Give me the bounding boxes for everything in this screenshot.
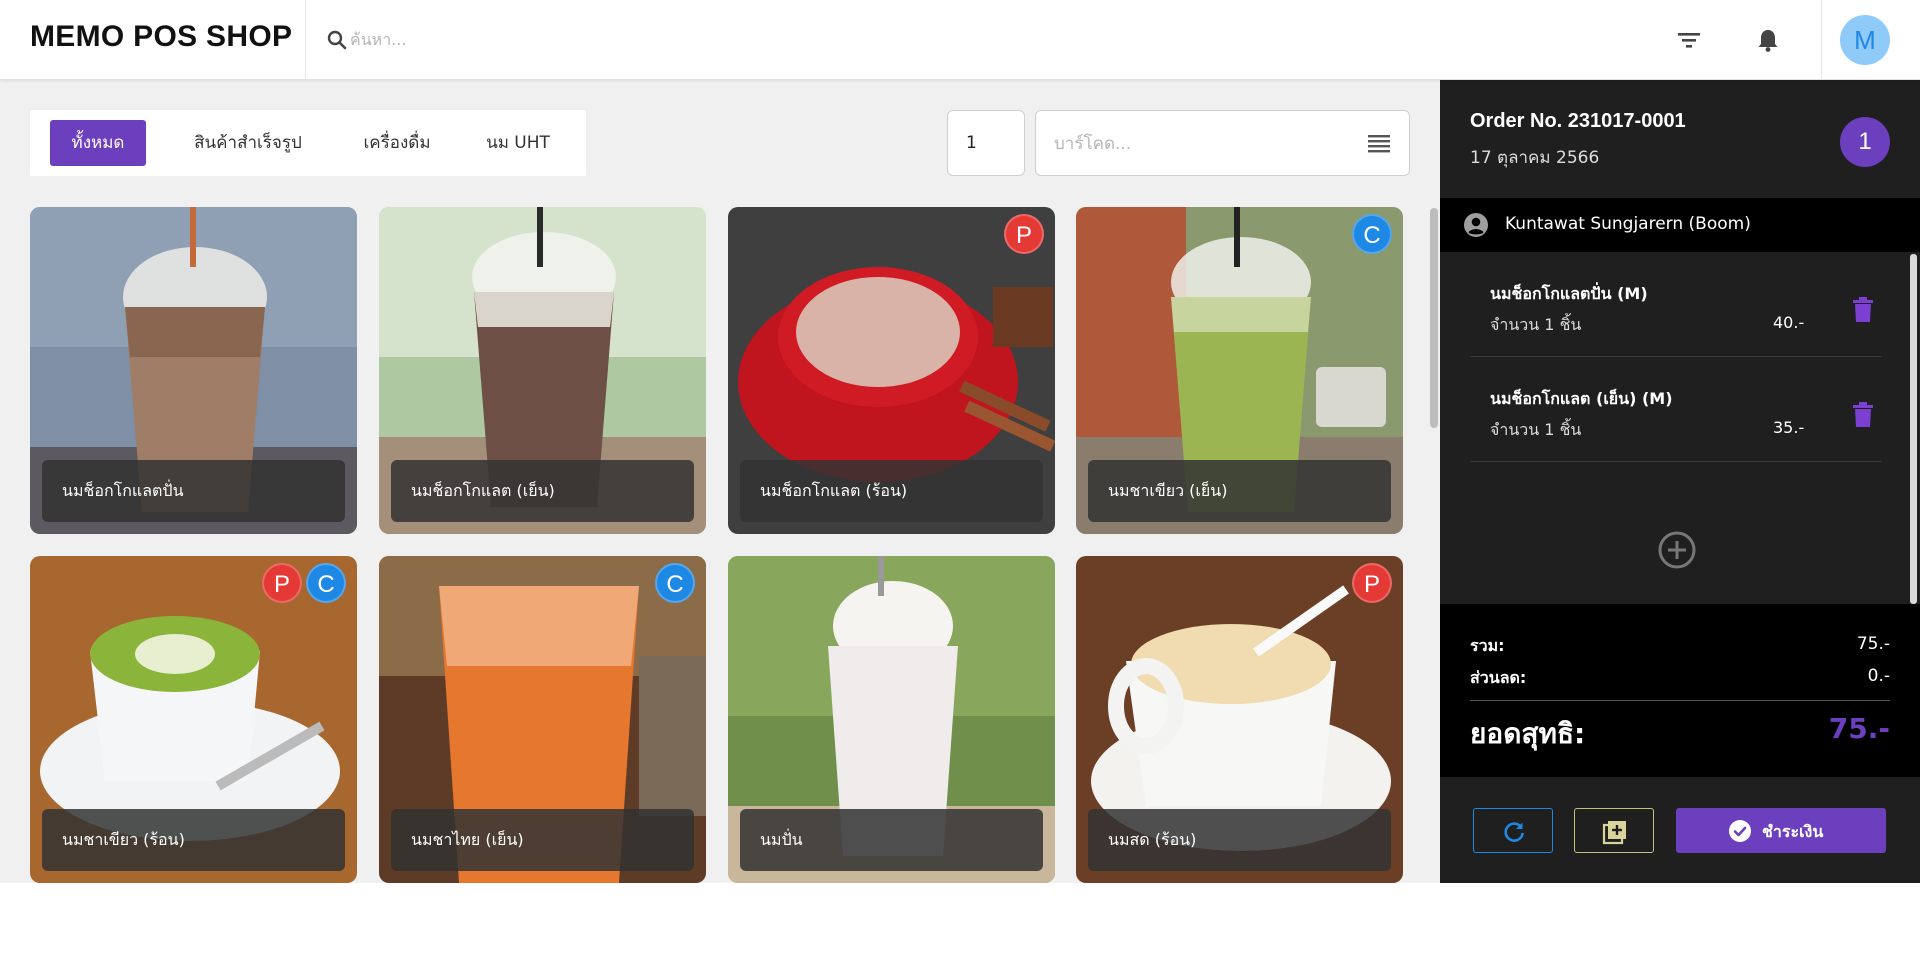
product-name: นมสด (ร้อน)	[1088, 809, 1391, 871]
barcode-field[interactable]	[1035, 110, 1410, 176]
promotion-badge: P	[1004, 214, 1044, 254]
discount-label: ส่วนลด:	[1470, 668, 1527, 687]
header-divider	[305, 0, 306, 80]
quantity-input[interactable]	[947, 110, 1025, 176]
order-panel: Order No. 231017-0001 17 ตุลาคม 2566 1 K…	[1440, 80, 1920, 883]
refresh-button[interactable]	[1473, 808, 1553, 853]
item-name: นมช็อกโกแลตปั่น (M)	[1490, 284, 1648, 303]
product-card[interactable]: P นมช็อกโกแลต (ร้อน)	[728, 207, 1055, 534]
promotion-badge: P	[262, 563, 302, 603]
product-name: นมชาเขียว (ร้อน)	[42, 809, 345, 871]
product-name: นมชาเขียว (เย็น)	[1088, 460, 1391, 522]
search-icon	[327, 30, 347, 50]
filter-icon[interactable]	[1675, 26, 1703, 54]
check-circle-icon	[1729, 820, 1751, 842]
product-card[interactable]: P นมสด (ร้อน)	[1076, 556, 1403, 883]
page-bottom-blank	[0, 883, 1920, 963]
customer-name: Kuntawat Sungjarern (Boom)	[1505, 214, 1751, 234]
totals-divider	[1470, 700, 1890, 701]
net-total-value: 75.-	[1828, 712, 1890, 745]
refresh-icon	[1504, 822, 1524, 842]
net-total-label: ยอดสุทธิ:	[1470, 717, 1586, 750]
product-name: นมช็อกโกแลต (เย็น)	[391, 460, 694, 522]
trash-icon[interactable]	[1852, 297, 1874, 323]
product-card[interactable]: C นมชาเขียว (เย็น)	[1076, 207, 1403, 534]
discount-value: 0.-	[1867, 666, 1890, 686]
notification-bell-icon[interactable]	[1754, 26, 1782, 54]
item-quantity: จำนวน 1 ชิ้น	[1490, 420, 1582, 439]
combo-badge: C	[655, 563, 695, 603]
product-card[interactable]: นมปั่น	[728, 556, 1055, 883]
account-circle-icon	[1464, 213, 1488, 237]
order-line-item[interactable]: นมช็อกโกแลต (เย็น) (M) จำนวน 1 ชิ้น 35.-	[1470, 357, 1882, 462]
product-area: ทั้งหมด สินค้าสำเร็จรูป เครื่องดื่ม นม U…	[0, 80, 1440, 883]
checkout-label: ชำระเงิน	[1762, 824, 1824, 841]
item-name: นมช็อกโกแลต (เย็น) (M)	[1490, 389, 1673, 408]
tab-all[interactable]: ทั้งหมด	[50, 120, 146, 166]
order-number: Order No. 231017-0001	[1470, 110, 1686, 132]
barcode-scan-icon[interactable]	[1367, 132, 1391, 156]
product-scrollbar[interactable]	[1430, 208, 1438, 428]
order-line-item[interactable]: นมช็อกโกแลตปั่น (M) จำนวน 1 ชิ้น 40.-	[1470, 252, 1882, 357]
item-price: 40.-	[1773, 313, 1805, 332]
order-items-list: นมช็อกโกแลตปั่น (M) จำนวน 1 ชิ้น 40.- นม…	[1440, 252, 1920, 604]
combo-badge: C	[1352, 214, 1392, 254]
barcode-input[interactable]	[1054, 129, 1354, 159]
tab-drinks[interactable]: เครื่องดื่ม	[337, 120, 457, 166]
product-name: นมชาไทย (เย็น)	[391, 809, 694, 871]
product-card[interactable]: นมช็อกโกแลตปั่น	[30, 207, 357, 534]
customer-row[interactable]: Kuntawat Sungjarern (Boom)	[1440, 198, 1920, 252]
category-tabs: ทั้งหมด สินค้าสำเร็จรูป เครื่องดื่ม นม U…	[30, 110, 586, 176]
product-card[interactable]: นมช็อกโกแลต (เย็น)	[379, 207, 706, 534]
tab-ready-made[interactable]: สินค้าสำเร็จรูป	[168, 120, 328, 166]
product-card[interactable]: C นมชาไทย (เย็น)	[379, 556, 706, 883]
subtotal-label: รวม:	[1470, 636, 1505, 655]
product-name: นมช็อกโกแลตปั่น	[42, 460, 345, 522]
order-scrollbar[interactable]	[1910, 254, 1917, 604]
search-input[interactable]	[350, 24, 950, 54]
add-to-queue-button[interactable]	[1574, 808, 1654, 853]
trash-icon[interactable]	[1852, 402, 1874, 428]
product-name: นมช็อกโกแลต (ร้อน)	[740, 460, 1043, 522]
add-circle-icon[interactable]	[1656, 529, 1698, 571]
header-divider	[1821, 0, 1822, 80]
combo-badge: C	[306, 563, 346, 603]
checkout-button[interactable]: ชำระเงิน	[1676, 808, 1886, 853]
order-actions: ชำระเงิน	[1440, 777, 1920, 883]
library-add-icon	[1602, 821, 1626, 845]
subtotal-value: 75.-	[1856, 634, 1890, 654]
top-app-bar: MEMO POS SHOP M	[0, 0, 1920, 80]
promotion-badge: P	[1352, 563, 1392, 603]
product-name: นมปั่น	[740, 809, 1043, 871]
user-avatar[interactable]: M	[1840, 15, 1890, 65]
order-count-badge: 1	[1840, 117, 1890, 167]
item-price: 35.-	[1773, 418, 1805, 437]
product-card[interactable]: P C นมชาเขียว (ร้อน)	[30, 556, 357, 883]
item-quantity: จำนวน 1 ชิ้น	[1490, 315, 1582, 334]
shop-brand-title: MEMO POS SHOP	[30, 20, 293, 53]
order-totals: รวม: 75.- ส่วนลด: 0.- ยอดสุทธิ: 75.-	[1440, 604, 1920, 777]
tab-uht-milk[interactable]: นม UHT	[466, 120, 570, 166]
order-date: 17 ตุลาคม 2566	[1470, 148, 1600, 168]
